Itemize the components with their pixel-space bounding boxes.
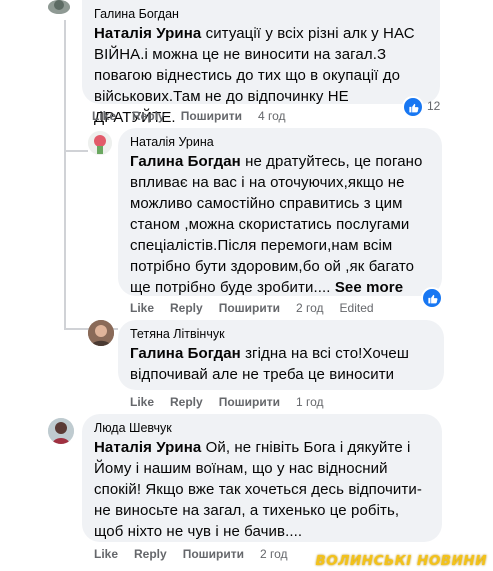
reply-button[interactable]: Reply [170, 395, 203, 409]
comment-text: Наталія Урина Ой, не гнівіть Бога і дяку… [94, 439, 422, 540]
share-button[interactable]: Поширити [219, 301, 280, 315]
comment-author[interactable]: Люда Шевчук [94, 420, 430, 436]
see-more-link[interactable]: See more [335, 279, 403, 296]
share-button[interactable]: Поширити [183, 547, 244, 561]
reply-button[interactable]: Reply [132, 109, 165, 123]
comment-author[interactable]: Тетяна Літвінчук [130, 326, 432, 342]
comment-bubble: Люда Шевчук Наталія Урина Ой, не гнівіть… [82, 414, 442, 542]
avatar[interactable] [48, 0, 70, 14]
mention-link[interactable]: Галина Богдан [130, 345, 241, 362]
timestamp[interactable]: 4 год [258, 109, 286, 123]
timestamp[interactable]: 2 год [260, 547, 288, 561]
like-reaction-icon[interactable] [421, 287, 443, 309]
share-button[interactable]: Поширити [181, 109, 242, 123]
comment-bubble: Наталія Урина Галина Богдан не дратуйтес… [118, 128, 442, 296]
comment-bubble: Галина Богдан Наталія Урина ситуації у в… [82, 0, 440, 126]
mention-link[interactable]: Галина Богдан [130, 153, 241, 170]
avatar[interactable] [88, 131, 112, 155]
avatar[interactable] [48, 418, 74, 444]
comment-text: Галина Богдан згідна на всі сто!Хочеш ві… [130, 345, 409, 383]
reply-button[interactable]: Reply [134, 547, 167, 561]
share-button[interactable]: Поширити [219, 395, 280, 409]
like-button[interactable]: Like [130, 301, 154, 315]
comment-actions: Like Reply Поширити 2 год [94, 547, 304, 561]
reply-connector [64, 150, 88, 152]
watermark-logo: ВОЛИНСЬКІ НОВИНИ [315, 553, 487, 569]
like-reaction-icon[interactable] [402, 96, 424, 118]
edited-label: Edited [339, 301, 374, 315]
timestamp[interactable]: 2 год [296, 301, 324, 315]
comment-author[interactable]: Наталія Урина [130, 134, 430, 150]
like-button[interactable]: Like [130, 395, 154, 409]
timestamp[interactable]: 1 год [296, 395, 324, 409]
comment-text: Галина Богдан не дратуйтесь, це погано в… [130, 153, 423, 296]
comment-actions: Like Reply Поширити 1 год [130, 395, 340, 409]
mention-link[interactable]: Наталія Урина [94, 439, 201, 456]
comment-actions: Like Reply Поширити 4 год [92, 109, 302, 123]
mention-link[interactable]: Наталія Урина [94, 25, 201, 42]
avatar-photo-icon [48, 0, 70, 14]
reaction-count[interactable]: 12 [427, 99, 440, 113]
avatar[interactable] [88, 320, 114, 346]
like-button[interactable]: Like [94, 547, 118, 561]
avatar-photo-icon [88, 131, 112, 155]
avatar-photo-icon [48, 418, 74, 444]
thread-line-main [64, 20, 66, 330]
comment-author[interactable]: Галина Богдан [94, 6, 428, 22]
comment-bubble: Тетяна Літвінчук Галина Богдан згідна на… [118, 320, 444, 390]
like-button[interactable]: Like [92, 109, 116, 123]
avatar-photo-icon [88, 320, 114, 346]
reply-button[interactable]: Reply [170, 301, 203, 315]
comment-actions: Like Reply Поширити 2 год Edited [130, 301, 390, 315]
